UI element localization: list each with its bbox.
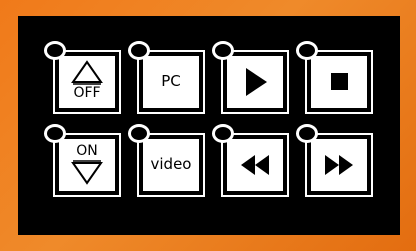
stop-icon — [331, 73, 348, 90]
arrow-down-icon — [71, 160, 103, 185]
rewind-icon — [241, 155, 269, 175]
window-frame: OFF PC ON video — [0, 0, 416, 251]
rewind-led-indicator — [212, 124, 234, 143]
button-face — [311, 56, 367, 108]
fast-forward-button[interactable] — [296, 124, 373, 197]
button-face — [311, 139, 367, 191]
video-label: video — [150, 155, 192, 173]
remote-control-panel: OFF PC ON video — [18, 16, 400, 235]
play-icon — [246, 68, 267, 96]
stop-led-indicator — [296, 41, 318, 60]
play-button[interactable] — [212, 41, 289, 114]
fast-forward-led-indicator — [296, 124, 318, 143]
off-label: OFF — [73, 85, 101, 101]
stop-button[interactable] — [296, 41, 373, 114]
rewind-button[interactable] — [212, 124, 289, 197]
power-on-button[interactable]: ON — [44, 124, 121, 197]
pc-led-indicator — [128, 41, 150, 60]
button-face: PC — [143, 56, 199, 108]
power-on-led-indicator — [44, 124, 66, 143]
button-face: OFF — [59, 56, 115, 108]
pc-label: PC — [161, 72, 181, 90]
button-face — [227, 56, 283, 108]
button-face: video — [143, 139, 199, 191]
button-face — [227, 139, 283, 191]
power-off-button[interactable]: OFF — [44, 41, 121, 114]
video-led-indicator — [128, 124, 150, 143]
button-face: ON — [59, 139, 115, 191]
fast-forward-icon — [325, 155, 353, 175]
play-led-indicator — [212, 41, 234, 60]
video-source-button[interactable]: video — [128, 124, 205, 197]
power-off-led-indicator — [44, 41, 66, 60]
pc-source-button[interactable]: PC — [128, 41, 205, 114]
